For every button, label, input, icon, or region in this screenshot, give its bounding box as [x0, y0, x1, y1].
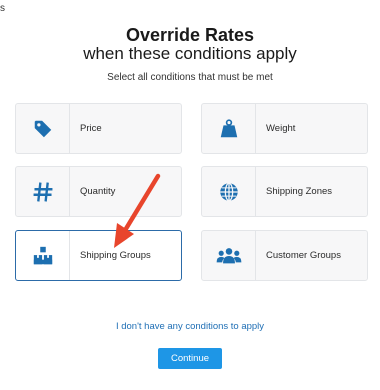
instructions-text: Select all conditions that must be met — [107, 72, 273, 83]
price-tag-icon — [34, 120, 51, 137]
condition-icon-cell — [202, 104, 256, 153]
continue-button[interactable]: Continue — [158, 348, 222, 369]
condition-label: Quantity — [80, 186, 116, 197]
hash-icon — [33, 181, 52, 202]
condition-icon-cell — [16, 231, 70, 280]
condition-card-shipping-groups[interactable]: Shipping Groups — [15, 230, 182, 281]
condition-card-shipping-zones[interactable]: Shipping Zones — [201, 166, 368, 217]
condition-icon-cell — [16, 104, 70, 153]
condition-label: Shipping Groups — [80, 250, 151, 261]
condition-card-customer-groups[interactable]: Customer Groups — [201, 230, 368, 281]
condition-icon-cell — [16, 167, 70, 216]
page-subtitle: when these conditions apply — [83, 44, 297, 63]
weight-icon — [220, 118, 237, 137]
condition-card-weight[interactable]: Weight — [201, 103, 368, 154]
condition-icon-cell — [202, 231, 256, 280]
condition-card-price[interactable]: Price — [15, 103, 182, 154]
condition-label: Shipping Zones — [266, 186, 333, 197]
condition-label: Price — [80, 123, 102, 134]
boxes-icon — [33, 246, 52, 264]
corner-mark: s — [0, 3, 5, 14]
condition-label: Weight — [266, 123, 296, 134]
people-icon — [216, 247, 241, 263]
condition-label: Customer Groups — [266, 250, 341, 261]
globe-icon — [219, 182, 238, 201]
no-conditions-link[interactable]: I don't have any conditions to apply — [0, 321, 380, 332]
page-title: Override Rates — [125, 25, 255, 45]
condition-icon-cell — [202, 167, 256, 216]
condition-card-quantity[interactable]: Quantity — [15, 166, 182, 217]
